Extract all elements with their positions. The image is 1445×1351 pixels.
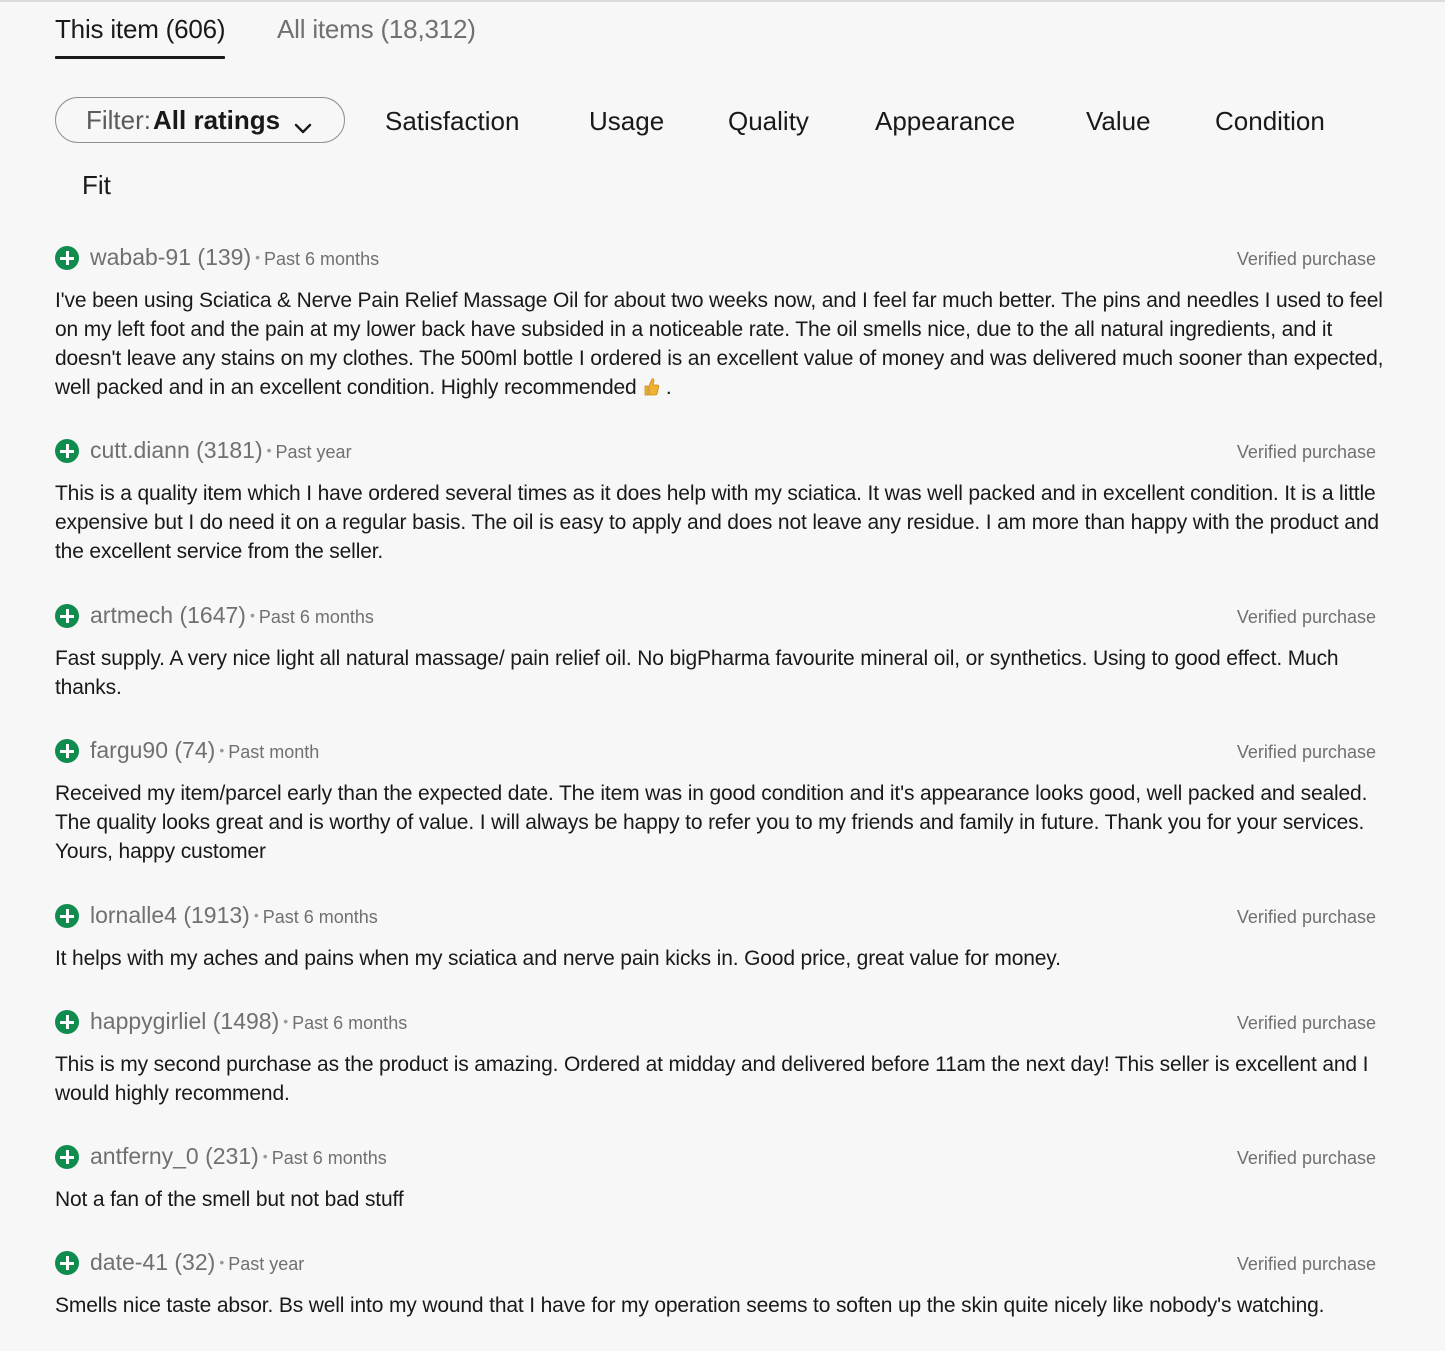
review-item: wabab-91 (139) • Past 6 months Verified pu… — [55, 244, 1390, 402]
review-date: Past year — [275, 442, 352, 462]
chip-usage[interactable]: Usage — [589, 106, 664, 137]
chip-value[interactable]: Value — [1086, 106, 1151, 137]
tab-this-item[interactable]: This item (606) — [55, 14, 226, 59]
review-text: This is my second purchase as the produc… — [55, 1053, 1369, 1105]
reviewer-name[interactable]: happygirliel (1498) — [90, 1008, 279, 1034]
reviewer-name[interactable]: artmech (1647) — [90, 602, 246, 628]
positive-rating-icon — [55, 1145, 79, 1169]
tab-all-items[interactable]: All items (18,312) — [277, 14, 476, 45]
review-text: Received my item/parcel early than the e… — [55, 782, 1368, 863]
chip-appearance[interactable]: Appearance — [875, 106, 1015, 137]
positive-rating-icon — [55, 1251, 79, 1275]
review-date: Past 6 months — [292, 1013, 408, 1033]
rating-filter-dropdown[interactable]: Filter: All ratings — [55, 97, 345, 143]
verified-purchase-label: Verified purchase — [1236, 607, 1376, 627]
positive-rating-icon — [55, 1010, 79, 1034]
chip-satisfaction[interactable]: Satisfaction — [385, 106, 519, 137]
review-date: Past month — [228, 742, 320, 762]
review-item: antferny_0 (231) • Past 6 months Verified … — [55, 1143, 1390, 1214]
review-text: Fast supply. A very nice light all natur… — [55, 647, 1339, 699]
review-text: I've been using Sciatica & Nerve Pain Re… — [55, 289, 1384, 399]
top-divider — [0, 0, 1445, 2]
review-text: It helps with my aches and pains when my… — [55, 947, 1061, 970]
verified-purchase-label: Verified purchase — [1236, 442, 1376, 462]
review-date: Past 6 months — [262, 907, 378, 927]
filter-value: All ratings — [153, 104, 281, 135]
verified-purchase-label: Verified purchase — [1236, 1148, 1376, 1168]
reviewer-name[interactable]: fargu90 (74) — [90, 737, 215, 763]
chip-fit[interactable]: Fit — [82, 170, 111, 201]
review-item: artmech (1647) • Past 6 months Verified pu… — [55, 602, 1390, 702]
positive-rating-icon — [55, 439, 79, 463]
thumbs-up-icon — [642, 376, 660, 396]
review-item: lornalle4 (1913) • Past 6 months Verified … — [55, 902, 1390, 973]
review-date: Past year — [228, 1254, 305, 1274]
review-text: Not a fan of the smell but not bad stuff — [55, 1188, 404, 1211]
reviewer-name[interactable]: lornalle4 (1913) — [90, 902, 250, 928]
review-item: happygirliel (1498) • Past 6 months Verifi… — [55, 1008, 1390, 1108]
reviewer-name[interactable]: wabab-91 (139) — [90, 244, 251, 270]
verified-purchase-label: Verified purchase — [1236, 742, 1376, 762]
review-date: Past 6 months — [271, 1148, 387, 1168]
reviewer-name[interactable]: date-41 (32) — [90, 1249, 215, 1275]
review-text: Smells nice taste absor. Bs well into my… — [55, 1294, 1325, 1317]
verified-purchase-label: Verified purchase — [1236, 1254, 1376, 1274]
chip-condition[interactable]: Condition — [1215, 106, 1325, 137]
review-date: Past 6 months — [258, 607, 374, 627]
verified-purchase-label: Verified purchase — [1236, 249, 1376, 269]
review-item: date-41 (32) • Past year Verified purchase… — [55, 1249, 1390, 1320]
positive-rating-icon — [55, 904, 79, 928]
verified-purchase-label: Verified purchase — [1236, 1013, 1376, 1033]
reviewer-name[interactable]: cutt.diann (3181) — [90, 437, 263, 463]
positive-rating-icon — [55, 246, 79, 270]
review-text: This is a quality item which I have orde… — [55, 482, 1379, 563]
chevron-down-icon — [294, 111, 312, 134]
reviewer-name[interactable]: antferny_0 (231) — [90, 1143, 259, 1169]
positive-rating-icon — [55, 604, 79, 628]
verified-purchase-label: Verified purchase — [1236, 907, 1376, 927]
chip-quality[interactable]: Quality — [728, 106, 809, 137]
review-item: cutt.diann (3181) • Past year Verified pur… — [55, 437, 1390, 566]
review-item: fargu90 (74) • Past month Verified purchas… — [55, 737, 1390, 866]
review-date: Past 6 months — [264, 249, 380, 269]
filter-prefix: Filter: — [86, 104, 151, 135]
positive-rating-icon — [55, 739, 79, 763]
